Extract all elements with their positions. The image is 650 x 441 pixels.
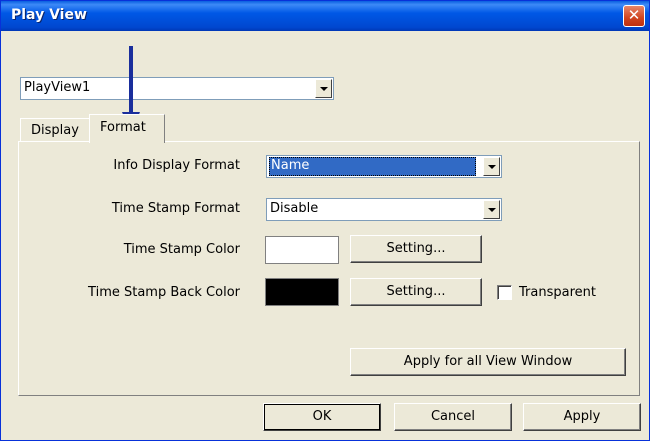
transparent-label[interactable]: Transparent	[519, 285, 596, 300]
cancel-button[interactable]: Cancel	[394, 403, 512, 431]
time-stamp-back-color-setting-button[interactable]: Setting...	[350, 278, 482, 306]
tab-display[interactable]: Display	[20, 118, 90, 142]
time-stamp-format-select[interactable]: Disable	[266, 198, 502, 221]
close-button[interactable]: ✕	[623, 5, 645, 27]
tab-format[interactable]: Format	[89, 114, 165, 143]
play-view-dialog: Play View ✕ PlayView1 Display Format Inf…	[0, 0, 650, 441]
ok-button-label: OK	[312, 409, 332, 424]
apply-all-view-window-button[interactable]: Apply for all View Window	[350, 348, 626, 376]
time-stamp-format-label: Time Stamp Format	[111, 201, 240, 216]
time-stamp-back-color-swatch	[265, 278, 339, 306]
chevron-down-icon[interactable]	[483, 200, 500, 219]
info-display-format-value: Name	[269, 157, 476, 176]
close-icon: ✕	[627, 6, 641, 24]
apply-all-view-window-label: Apply for all View Window	[403, 354, 573, 369]
time-stamp-color-label: Time Stamp Color	[123, 242, 240, 257]
info-display-format-select[interactable]: Name	[266, 155, 502, 178]
ok-button[interactable]: OK	[263, 403, 381, 431]
window-title: Play View	[11, 7, 87, 23]
apply-button-label: Apply	[563, 409, 601, 424]
chevron-down-icon[interactable]	[315, 79, 332, 98]
time-stamp-format-value: Disable	[270, 201, 319, 216]
tab-format-label: Format	[100, 120, 146, 135]
view-select-value: PlayView1	[24, 80, 91, 95]
setting-button-label: Setting...	[386, 284, 446, 299]
tab-display-label: Display	[31, 123, 79, 138]
view-select[interactable]: PlayView1	[20, 77, 334, 100]
title-bar[interactable]: Play View ✕	[1, 1, 649, 31]
time-stamp-color-setting-button[interactable]: Setting...	[350, 235, 482, 263]
info-display-format-label: Info Display Format	[113, 158, 240, 173]
chevron-down-icon[interactable]	[483, 157, 500, 176]
setting-button-label: Setting...	[386, 241, 446, 256]
time-stamp-color-swatch	[265, 236, 339, 264]
cancel-button-label: Cancel	[430, 409, 476, 424]
transparent-checkbox[interactable]	[497, 285, 512, 300]
apply-button[interactable]: Apply	[523, 403, 641, 431]
time-stamp-back-color-label: Time Stamp Back Color	[88, 285, 240, 300]
